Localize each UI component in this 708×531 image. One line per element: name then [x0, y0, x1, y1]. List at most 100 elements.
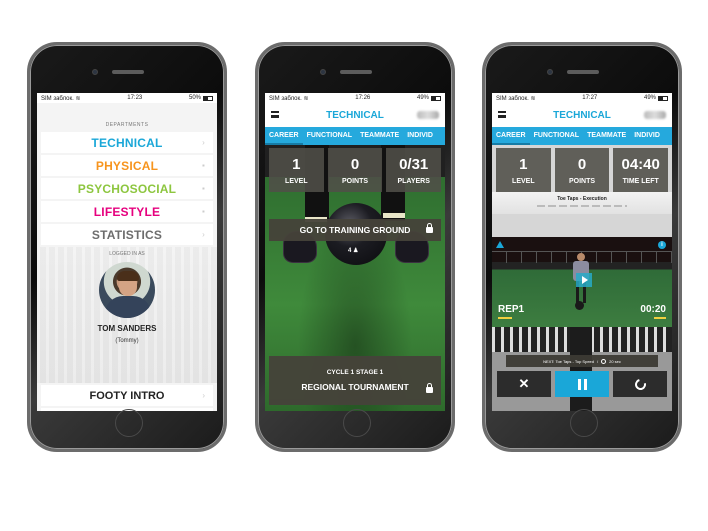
battery: 49% — [644, 95, 668, 101]
regional-tournament-button[interactable]: CYCLE 1 STAGE 1 REGIONAL TOURNAMENT — [269, 356, 441, 405]
footy-intro-button[interactable]: FOOTY INTRO › — [41, 385, 213, 406]
tab-functional[interactable]: FUNCTIONAL — [530, 127, 584, 145]
next-exercise-label: NEXT: Toe Taps - Top Speed — [543, 358, 594, 364]
app-logo — [644, 111, 666, 119]
rep-label: REP1 — [498, 304, 525, 315]
timer-progress — [654, 317, 666, 319]
page-title: TECHNICAL — [326, 109, 384, 121]
tab-teammate[interactable]: TEAMMATE — [356, 127, 403, 145]
stat-value: 0 — [350, 155, 360, 173]
separator: / — [597, 358, 599, 364]
chevron-right-icon: › — [202, 138, 205, 147]
close-button[interactable]: ✕ — [497, 371, 551, 397]
earpiece-speaker — [567, 70, 599, 74]
stat-label: LEVEL — [512, 177, 535, 185]
battery: 49% — [417, 95, 441, 101]
earpiece-speaker — [112, 70, 144, 74]
rep-progress — [498, 317, 512, 319]
user-nickname: (Tommy) — [115, 338, 139, 344]
tab-individual[interactable]: INDIVID — [630, 127, 664, 145]
top-nav: TECHNICAL — [265, 103, 445, 127]
stage-label: CYCLE 1 STAGE 1 — [326, 369, 384, 376]
logged-in-panel: LOGGED IN AS TOM SANDERS (Tommy) — [37, 247, 217, 383]
lock-icon: ▪ — [201, 207, 205, 216]
stat-value: 1 — [292, 155, 301, 173]
home-button[interactable] — [570, 409, 598, 437]
front-camera — [320, 69, 326, 75]
exercise-video[interactable]: i REP1 00:20 — [492, 237, 672, 327]
restart-button[interactable] — [613, 371, 667, 397]
category-tabs: CAREER FUNCTIONAL TEAMMATE INDIVID — [265, 127, 445, 145]
stats-row: 1 LEVEL 0 POINTS 0/31 PLAYERS — [265, 145, 445, 192]
next-exercise-duration: 20 sec — [609, 358, 621, 364]
ball-player-count: 4 ♟ — [348, 248, 359, 254]
tournament-label: REGIONAL TOURNAMENT — [301, 382, 409, 392]
career-screen: SIM заблок. ≋ 17:26 49% TECHNICAL CAREER… — [265, 93, 445, 411]
stat-value: 04:40 — [621, 155, 660, 173]
wifi-icon: ≋ — [75, 95, 81, 102]
tab-teammate[interactable]: TEAMMATE — [583, 127, 630, 145]
department-statistics[interactable]: STATISTICS › — [41, 224, 213, 245]
lock-icon: ▪ — [201, 184, 205, 193]
menu-label: FOOTY INTRO — [89, 389, 165, 402]
play-icon[interactable] — [576, 273, 592, 287]
stat-level: 1 LEVEL — [496, 148, 551, 192]
exercise-caption-area: Toe Taps - Execution — [492, 192, 672, 214]
phone-2: SIM заблок. ≋ 17:26 49% TECHNICAL CAREER… — [255, 42, 455, 452]
department-label: STATISTICS — [91, 227, 163, 242]
caption-progress — [537, 205, 627, 207]
video-thumbnail-strip — [492, 327, 672, 411]
status-bar: SIM заблок. ≋ 17:23 50% — [37, 93, 217, 103]
department-lifestyle[interactable]: LIFESTYLE ▪ — [41, 201, 213, 222]
stat-label: POINTS — [341, 177, 369, 185]
exercise-screen: SIM заблок. ≋ 17:27 49% TECHNICAL CAREER… — [492, 93, 672, 411]
carrier-label: SIM заблок. ≋ — [41, 95, 81, 102]
warning-icon[interactable] — [496, 241, 504, 248]
hamburger-menu-icon[interactable] — [498, 111, 506, 118]
carrier-label: SIM заблок. ≋ — [496, 95, 536, 102]
departments-heading: DEPARTMENTS — [105, 122, 149, 128]
playback-controls: ✕ — [497, 371, 667, 397]
pause-button[interactable] — [555, 371, 609, 397]
wifi-icon: ≋ — [303, 95, 309, 102]
category-tabs: CAREER FUNCTIONAL TEAMMATE INDIVID — [492, 127, 672, 145]
stat-label: TIME LEFT — [622, 177, 659, 185]
app-logo — [417, 111, 439, 119]
info-icon[interactable]: i — [658, 241, 666, 249]
earpiece-speaker — [340, 70, 372, 74]
status-time: 17:23 — [127, 95, 143, 101]
battery-icon — [431, 95, 441, 101]
battery-icon — [658, 95, 668, 101]
tab-career[interactable]: CAREER — [492, 127, 530, 145]
stat-points: 0 POINTS — [327, 148, 383, 192]
tab-functional[interactable]: FUNCTIONAL — [303, 127, 357, 145]
department-psychosocial[interactable]: PSYCHOSOCIAL ▪ — [41, 178, 213, 199]
department-label: PHYSICAL — [95, 158, 159, 173]
carrier-label: SIM заблок. ≋ — [269, 95, 309, 102]
department-technical[interactable]: TECHNICAL › — [41, 132, 213, 153]
department-label: PSYCHOSOCIAL — [77, 181, 177, 196]
home-button[interactable] — [343, 409, 371, 437]
stat-label: POINTS — [568, 177, 596, 185]
phone-3: SIM заблок. ≋ 17:27 49% TECHNICAL CAREER… — [482, 42, 682, 452]
button-label: GO TO TRAINING GROUND — [299, 225, 411, 235]
status-time: 17:26 — [355, 95, 371, 101]
stat-value: 0 — [577, 155, 587, 173]
stat-level: 1 LEVEL — [269, 148, 324, 192]
department-physical[interactable]: PHYSICAL ▪ — [41, 155, 213, 176]
stat-label: PLAYERS — [397, 177, 430, 185]
close-icon: ✕ — [518, 376, 530, 391]
restart-icon — [632, 376, 648, 392]
hamburger-menu-icon[interactable] — [271, 111, 279, 118]
go-to-training-ground-button[interactable]: GO TO TRAINING GROUND — [269, 219, 441, 241]
next-exercise-bar: NEXT: Toe Taps - Top Speed / 20 sec — [506, 355, 658, 367]
battery-icon — [203, 95, 213, 101]
home-button[interactable] — [115, 409, 143, 437]
departments-screen: SIM заблок. ≋ 17:23 50% DEPARTMENTS TECH… — [37, 93, 217, 411]
stats-row: 1 LEVEL 0 POINTS 04:40 TIME LEFT — [492, 145, 672, 192]
tab-individual[interactable]: INDIVID — [403, 127, 437, 145]
tab-career[interactable]: CAREER — [265, 127, 303, 145]
wifi-icon: ≋ — [530, 95, 536, 102]
exercise-caption: Toe Taps - Execution — [557, 196, 607, 202]
avatar[interactable] — [99, 262, 155, 318]
